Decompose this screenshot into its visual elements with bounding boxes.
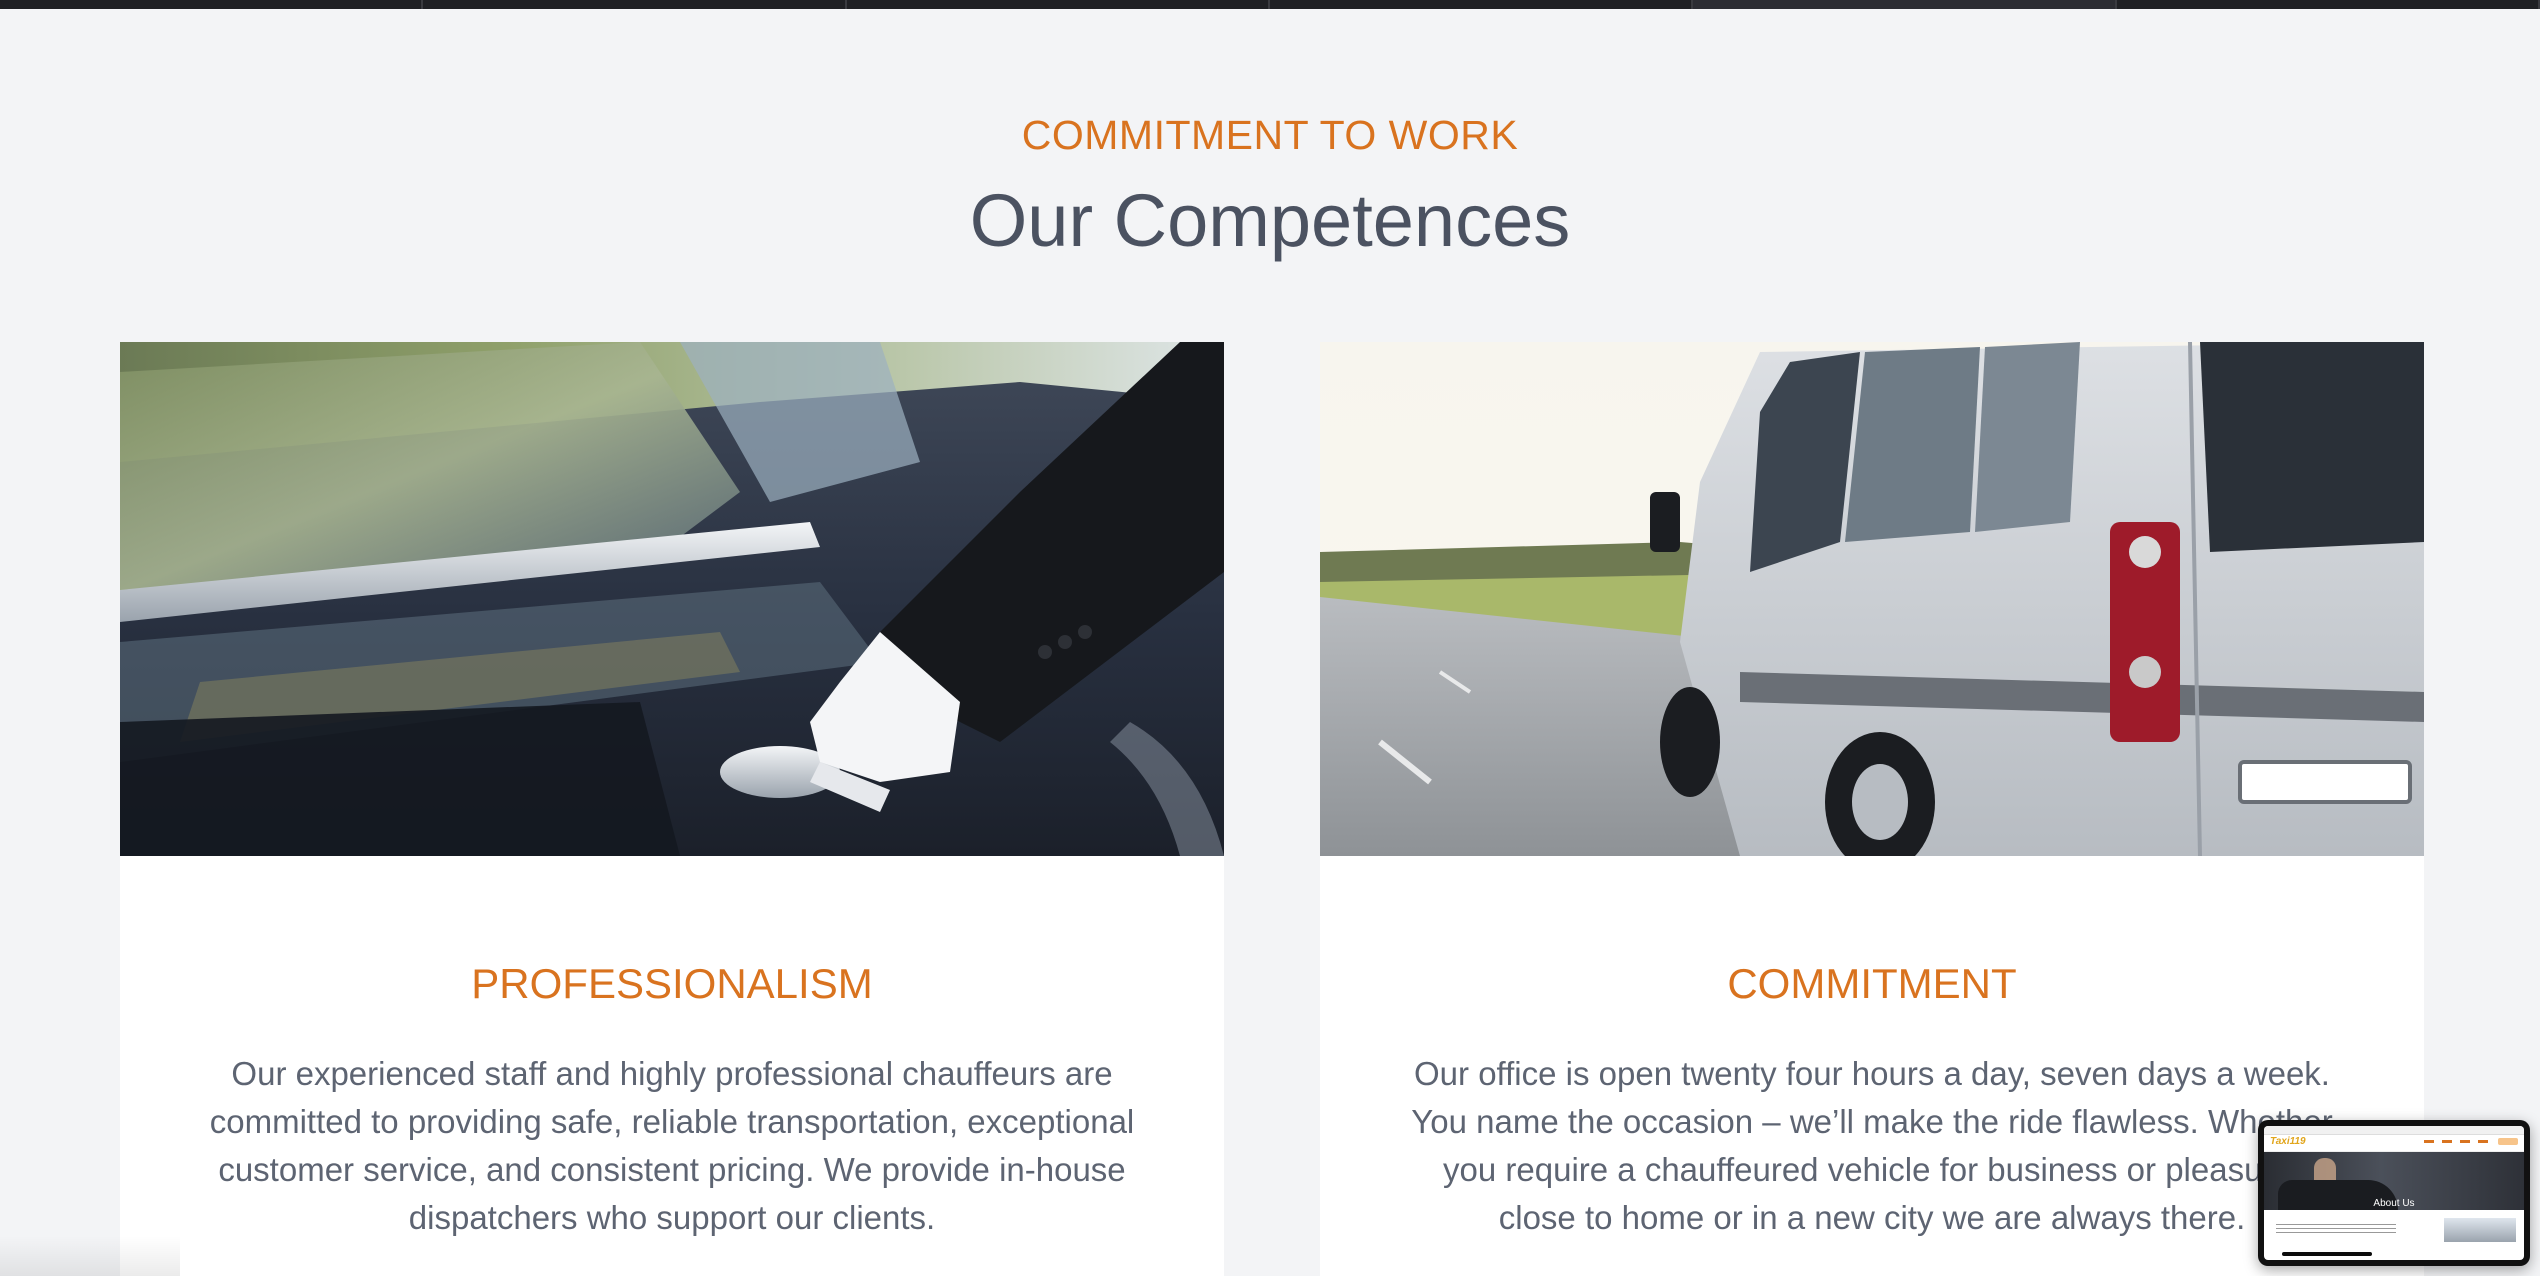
card-description: Our office is open twenty four hours a d… <box>1411 1055 2333 1236</box>
tab[interactable] <box>0 0 424 9</box>
section-eyebrow: COMMITMENT TO WORK <box>1021 112 1519 158</box>
tab[interactable] <box>423 0 847 9</box>
preview-hero: About Us <box>2264 1152 2524 1210</box>
preview-cta-button <box>2498 1138 2518 1145</box>
floating-preview-window[interactable]: Taxi119 About Us <box>2258 1120 2530 1266</box>
preview-scrollbar[interactable] <box>2282 1252 2372 1256</box>
card-title: PROFESSIONALISM <box>471 960 873 1007</box>
tab-active[interactable] <box>1693 0 2117 9</box>
preview-text-lines <box>2276 1224 2396 1236</box>
browser-tab-strip <box>0 0 2540 9</box>
card-description: Our experienced staff and highly profess… <box>209 1055 1135 1236</box>
competence-card-professionalism: PROFESSIONALISM Our experienced staff an… <box>120 342 1224 1276</box>
tab[interactable] <box>2117 0 2540 9</box>
preview-logo: Taxi119 <box>2270 1136 2306 1147</box>
preview-nav-links <box>2424 1140 2494 1143</box>
preview-thumbnail <box>2444 1218 2516 1242</box>
section-heading: Our Competences <box>969 179 1571 262</box>
card-title: COMMITMENT <box>1727 960 2017 1007</box>
tab[interactable] <box>1270 0 1694 9</box>
preview-top-bar <box>2264 1126 2524 1135</box>
tab[interactable] <box>847 0 1270 9</box>
silver-van-on-road-image <box>1320 342 2424 856</box>
chauffeur-opening-door-image <box>120 342 1224 856</box>
bottom-shadow <box>0 1236 180 1276</box>
preview-hero-title: About Us <box>2373 1198 2415 1209</box>
preview-page: Taxi119 About Us <box>2264 1126 2524 1260</box>
